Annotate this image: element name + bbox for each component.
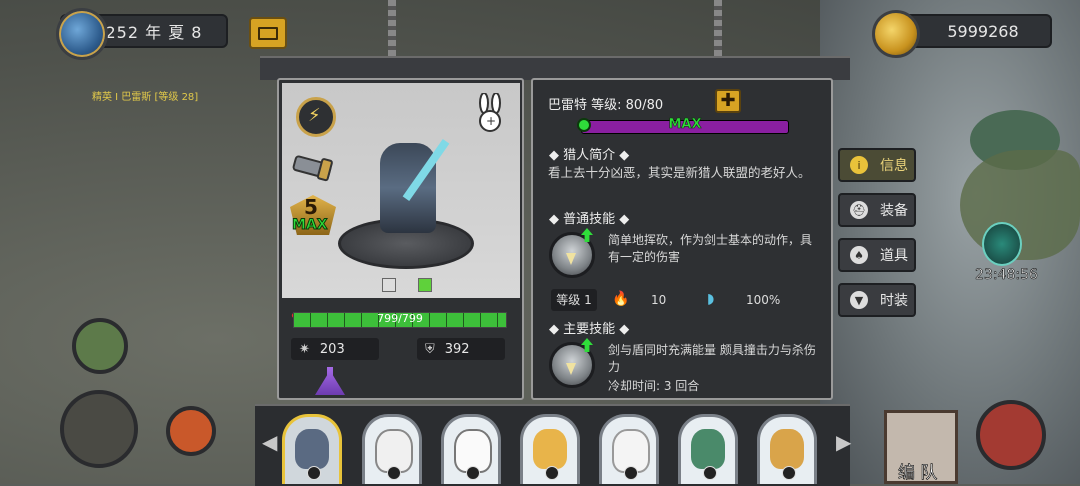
- bag-icon: ♠: [850, 246, 868, 264]
- rank-number: 5: [304, 195, 318, 219]
- hero-avatar: [295, 429, 329, 469]
- main-skill-title: ◆ 主要技能 ◆: [549, 322, 630, 337]
- hero-class-badge: [387, 466, 401, 480]
- shirt-icon: ▼: [850, 291, 868, 309]
- roster-next-arrow[interactable]: ▶: [836, 430, 851, 454]
- normal-skill-title: ◆ 普通技能 ◆: [549, 212, 630, 227]
- attack-value: 203: [319, 341, 345, 357]
- hero-class-badge: [307, 466, 321, 480]
- hero-class-badge: [545, 466, 559, 480]
- hero-class-badge: [466, 466, 480, 480]
- star-icon: [382, 278, 396, 292]
- map-location-button[interactable]: [72, 318, 128, 374]
- hero-slot-5[interactable]: [599, 414, 659, 484]
- hero-slot-6[interactable]: [678, 414, 738, 484]
- potion-icon[interactable]: [315, 367, 345, 395]
- exp-dot-icon: [577, 118, 591, 132]
- hero-portrait-panel: + 5 MAX ❤ 799/799 ✷ 203 ⛨ 392: [277, 78, 524, 400]
- hero-avatar: [770, 429, 804, 469]
- event-timer: 23:48:56: [975, 267, 1038, 284]
- helmet-icon: ⛑: [850, 201, 868, 219]
- fire-value: 10: [651, 293, 667, 307]
- cooldown-text: 冷却时间: 3 回合: [608, 379, 700, 393]
- intro-text: 看上去十分凶恶，其实是新猎人联盟的老好人。: [548, 165, 811, 180]
- hero-slot-2[interactable]: [362, 414, 422, 484]
- hero-class-badge: [624, 466, 638, 480]
- tab-items[interactable]: ♠ 道具: [838, 238, 916, 272]
- svg-text:+: +: [486, 114, 496, 128]
- hero-avatar: [691, 429, 725, 469]
- hp-bar: 799/799: [293, 312, 507, 328]
- normal-skill-text: 简单地挥砍，作为剑士基本的动作，具有一定的伤害: [608, 233, 813, 264]
- hero-info-panel: 巴雷特 等级: 80/80 ✚ MAX ◆ 猎人简介 ◆ 看上去十分凶恶，其实是…: [531, 78, 833, 400]
- chain-right: [714, 0, 722, 56]
- wind-icon: ◗: [707, 291, 715, 307]
- gear-icon[interactable]: [166, 406, 216, 456]
- coin-icon[interactable]: [872, 10, 920, 58]
- tab-info[interactable]: i 信息: [838, 148, 916, 182]
- tab-costume[interactable]: ▼ 时装: [838, 283, 916, 317]
- star-icons: [382, 278, 432, 292]
- skill-level-chip: 等级 1: [551, 289, 597, 311]
- battle-shield-button[interactable]: [976, 400, 1046, 470]
- wind-value: 100%: [746, 293, 781, 307]
- rabbit-skin-icon[interactable]: +: [472, 93, 508, 133]
- hero-class-badge: [782, 466, 796, 480]
- level-bar-label: MAX: [668, 117, 702, 133]
- level-bar: MAX: [581, 117, 789, 134]
- rank-max-label: MAX: [292, 217, 329, 234]
- attack-icon: ✷: [299, 341, 310, 357]
- tab-equipment[interactable]: ⛑ 装备: [838, 193, 916, 227]
- hero-slot-1[interactable]: [282, 414, 342, 484]
- intro-title: ◆ 猎人简介 ◆: [549, 148, 630, 163]
- defense-value: 392: [444, 341, 470, 357]
- class-icon[interactable]: [296, 97, 336, 137]
- shield-icon: ⛨: [425, 341, 435, 357]
- info-icon: i: [850, 156, 868, 174]
- fire-icon: 🔥: [612, 291, 630, 307]
- chain-left: [388, 0, 396, 56]
- portrait-area: + 5 MAX: [282, 83, 520, 298]
- telescope-icon[interactable]: [290, 151, 340, 185]
- panel-frame-top: [260, 56, 850, 80]
- main-skill-text: 剑与盾同时充满能量 颇具撞击力与杀伤力: [608, 343, 816, 374]
- enemy-label[interactable]: 精英 I 巴雷斯 [等级 28]: [92, 88, 198, 103]
- hero-avatar: [533, 429, 567, 469]
- hero-slot-7[interactable]: [757, 414, 817, 484]
- calendar-button[interactable]: [249, 17, 287, 49]
- attack-stat: ✷ 203: [291, 338, 379, 360]
- boss-icon[interactable]: [982, 222, 1022, 266]
- hero-class-badge: [703, 466, 717, 480]
- hero-slot-4[interactable]: [520, 414, 580, 484]
- team-label: 编 队: [898, 463, 938, 484]
- defense-stat: ⛨ 392: [417, 338, 505, 360]
- cross-icon: [418, 278, 432, 292]
- hero-name-level: 巴雷特 等级: 80/80: [548, 98, 664, 113]
- hero-slot-3[interactable]: [441, 414, 501, 484]
- globe-icon[interactable]: [56, 8, 108, 60]
- home-building-button[interactable]: [60, 390, 138, 468]
- level-up-button[interactable]: ✚: [715, 89, 741, 113]
- hp-text: 799/799: [377, 312, 423, 325]
- roster-prev-arrow[interactable]: ◀: [262, 430, 277, 454]
